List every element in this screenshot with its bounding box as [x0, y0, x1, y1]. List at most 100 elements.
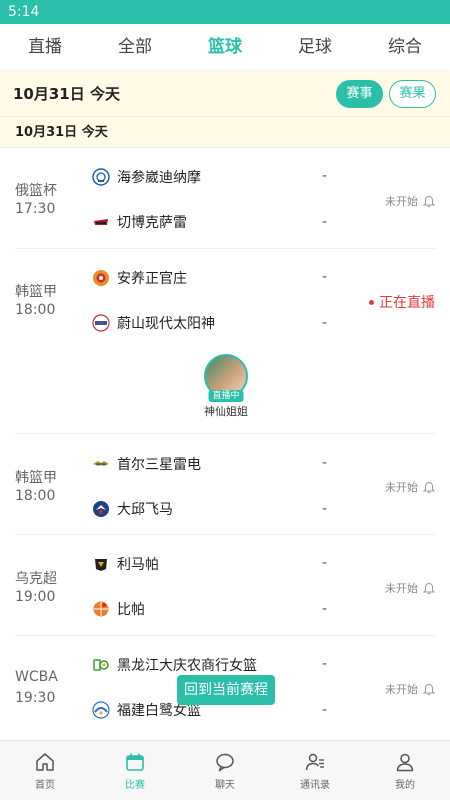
team-logo-icon	[93, 461, 109, 466]
status-label: 未开始	[385, 481, 418, 494]
tab-all[interactable]: 全部	[90, 24, 180, 70]
match-status[interactable]: 未开始	[385, 580, 435, 596]
match-row[interactable]: 韩篮甲 18:00 首尔三星雷电 大邱飞马 - - 未开始	[0, 434, 450, 535]
nav-label: 通讯录	[300, 779, 330, 791]
tab-basketball[interactable]: 篮球	[180, 24, 270, 70]
league-name: 乌克超	[15, 571, 57, 587]
team-name: 大邱飞马	[117, 502, 173, 518]
status-label: 未开始	[385, 582, 418, 595]
league-name: WCBA	[15, 669, 58, 685]
live-badge: 直播中	[208, 390, 244, 402]
match-row[interactable]: 乌克超 19:00 利马帕 比帕 - - 未开始	[0, 535, 450, 636]
home-team: 利马帕	[92, 554, 159, 574]
match-status[interactable]: 未开始	[385, 193, 435, 209]
away-team: 蔚山现代太阳神	[92, 313, 215, 333]
home-icon	[36, 752, 54, 771]
nav-contacts[interactable]: 通讯录	[270, 741, 360, 800]
match-time: 19:00	[15, 589, 56, 605]
home-team: 黑龙江大庆农商行女篮	[92, 655, 257, 675]
nav-chat[interactable]: 聊天	[180, 741, 270, 800]
results-button[interactable]: 赛果	[389, 80, 436, 108]
streamer-name: 神仙姐姐	[204, 405, 248, 418]
profile-icon	[396, 753, 414, 771]
team-name: 首尔三星雷电	[117, 457, 201, 473]
calendar-icon	[126, 753, 144, 771]
bell-icon[interactable]	[423, 481, 435, 494]
nav-matches[interactable]: 比赛	[90, 741, 180, 800]
nav-label: 首页	[35, 779, 55, 791]
team-name: 黑龙江大庆农商行女篮	[117, 658, 257, 674]
home-score: -	[322, 656, 328, 672]
team-logo-icon	[93, 270, 109, 286]
team-logo-icon	[94, 219, 108, 225]
home-score: -	[322, 269, 328, 285]
match-time: 17:30	[15, 201, 56, 217]
events-button[interactable]: 赛事	[336, 80, 383, 108]
league-name: 俄篮杯	[15, 183, 57, 199]
team-logo-icon	[93, 501, 109, 517]
streamer-avatar[interactable]: 直播中	[204, 354, 248, 402]
home-team: 海参崴迪纳摩	[92, 167, 201, 187]
nav-profile[interactable]: 我的	[360, 741, 450, 800]
team-logo-icon	[92, 701, 110, 719]
team-logo-icon	[93, 659, 109, 671]
away-score: -	[322, 702, 328, 718]
match-time: 18:00	[15, 302, 56, 318]
team-name: 蔚山现代太阳神	[117, 316, 215, 332]
away-score: -	[322, 501, 328, 517]
nav-label: 聊天	[215, 779, 235, 791]
match-status[interactable]: 未开始	[385, 479, 435, 495]
date-bar: 10月31日 今天 赛事 赛果	[0, 72, 450, 117]
section-date-header: 10月31日 今天	[0, 117, 450, 148]
team-logo-icon	[93, 601, 109, 617]
tab-general[interactable]: 综合	[360, 24, 450, 70]
league-name: 韩篮甲	[15, 284, 57, 300]
team-logo-icon	[92, 168, 110, 186]
team-name: 安养正官庄	[117, 271, 187, 287]
sport-tabs: 直播 全部 篮球 足球 综合	[0, 24, 450, 70]
team-name: 利马帕	[117, 557, 159, 573]
status-label: 正在直播	[379, 295, 435, 311]
team-logo-icon	[95, 559, 107, 571]
away-team: 大邱飞马	[92, 499, 173, 519]
match-status[interactable]: 未开始	[385, 681, 435, 697]
home-team: 安养正官庄	[92, 268, 187, 288]
return-to-current-button[interactable]: 回到当前赛程	[177, 675, 275, 705]
bottom-nav: 首页 比赛 聊天 通讯录 我的	[0, 740, 450, 800]
team-name: 切博克萨雷	[117, 215, 187, 231]
nav-label: 我的	[395, 779, 415, 791]
league-name: 韩篮甲	[15, 470, 57, 486]
live-dot-icon	[369, 299, 374, 305]
status-bar: 5:14	[0, 0, 450, 24]
away-team: 切博克萨雷	[92, 212, 187, 232]
away-score: -	[322, 214, 328, 230]
away-score: -	[322, 601, 328, 617]
nav-home[interactable]: 首页	[0, 741, 90, 800]
team-name: 比帕	[117, 602, 145, 618]
match-status-live[interactable]: 正在直播	[369, 292, 435, 312]
home-score: -	[322, 555, 328, 571]
bell-icon[interactable]	[423, 683, 435, 696]
away-team: 比帕	[92, 599, 145, 619]
match-time: 19:30	[15, 690, 56, 706]
status-label: 未开始	[385, 195, 418, 208]
date-title[interactable]: 10月31日 今天	[13, 72, 120, 117]
away-score: -	[322, 315, 328, 331]
match-row[interactable]: 俄篮杯 17:30 海参崴迪纳摩 切博克萨雷 - - 未开始	[0, 150, 450, 249]
team-name: 海参崴迪纳摩	[117, 170, 201, 186]
match-time: 18:00	[15, 488, 56, 504]
home-score: -	[322, 168, 328, 184]
bell-icon[interactable]	[423, 582, 435, 595]
tab-live[interactable]: 直播	[0, 24, 90, 70]
chat-icon	[216, 753, 234, 771]
streamer[interactable]: 直播中 神仙姐姐	[196, 354, 256, 419]
status-label: 未开始	[385, 683, 418, 696]
nav-label: 比赛	[125, 779, 145, 791]
bell-icon[interactable]	[423, 195, 435, 208]
home-team: 首尔三星雷电	[92, 454, 201, 474]
home-score: -	[322, 455, 328, 471]
contacts-icon	[305, 753, 324, 770]
team-logo-icon	[92, 314, 110, 332]
tab-football[interactable]: 足球	[270, 24, 360, 70]
status-time: 5:14	[8, 4, 40, 20]
